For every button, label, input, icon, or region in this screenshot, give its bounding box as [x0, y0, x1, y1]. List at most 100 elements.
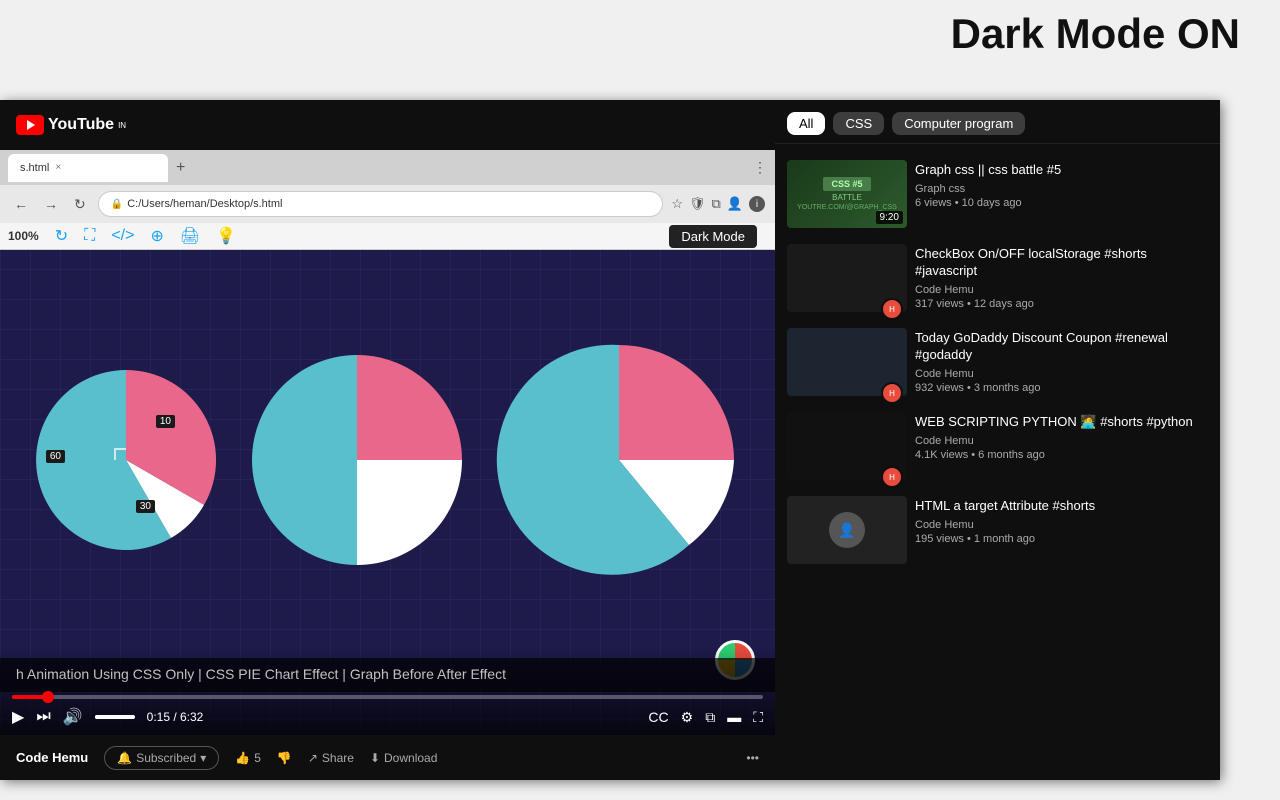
volume-button[interactable]: 🔊 [63, 707, 83, 727]
sidebar-list: CSS #5 BATTLE YOUTRE.COM/@GRAPH_CSS 9:20… [775, 144, 1220, 780]
extensions-icon[interactable]: ⧉ [712, 196, 721, 212]
video-item[interactable]: H Today GoDaddy Discount Coupon #renewal… [775, 320, 1220, 404]
progress-dot [42, 691, 54, 703]
browser-toolbar: 100% ↻ ⛶ </> ⊕ 🖨 💡 Dark Mode [0, 223, 775, 250]
video-item[interactable]: H WEB SCRIPTING PYTHON 🧑‍💻 #shorts #pyth… [775, 404, 1220, 488]
pie-chart-1: 60 10 30 [26, 360, 226, 560]
thumbnail-container-4: H [787, 412, 907, 480]
like-icon: 👍 [235, 751, 250, 765]
tab-title: s.html [20, 162, 49, 174]
channel-name: Code Hemu [16, 750, 88, 765]
volume-slider[interactable] [95, 715, 135, 719]
tab-close-button[interactable]: × [55, 162, 61, 173]
more-icon: ••• [746, 751, 759, 765]
video-item[interactable]: CSS #5 BATTLE YOUTRE.COM/@GRAPH_CSS 9:20… [775, 152, 1220, 236]
next-button[interactable]: ⏭ [36, 708, 50, 726]
share-button[interactable]: ↗ Share [308, 751, 354, 765]
video-channel-5: Code Hemu [915, 519, 1208, 531]
progress-bar[interactable] [12, 695, 763, 699]
lightbulb-icon[interactable]: 💡 [216, 226, 236, 246]
bell-icon: 🔔 [117, 751, 132, 765]
controls-row: ▶ ⏭ 🔊 0:15 / 6:32 CC ⚙ ⧉ ▬ ⛶ [12, 707, 763, 727]
time-display: 0:15 / 6:32 [147, 710, 204, 724]
subscribe-button[interactable]: 🔔 Subscribed ▾ [104, 746, 219, 770]
browser-menu-button[interactable]: ⋮ [753, 159, 767, 176]
video-area: YouTube IN s.html × + ⋮ ← → ↻ 🔒 [0, 100, 775, 780]
cursor [114, 448, 126, 460]
video-item[interactable]: H CheckBox On/OFF localStorage #shorts #… [775, 236, 1220, 320]
new-tab-button[interactable]: + [176, 159, 185, 177]
refresh-toolbar-icon[interactable]: ↻ [55, 226, 68, 246]
bookmark-icon[interactable]: ☆ [671, 196, 683, 212]
thumbnail-container-5: 👤 [787, 496, 907, 564]
youtube-icon [16, 115, 44, 135]
pie-label-60: 60 [46, 450, 65, 463]
thumbnail-container-3: H [787, 328, 907, 396]
dark-mode-status: Dark Mode ON [951, 10, 1240, 58]
address-text: C:/Users/heman/Desktop/s.html [127, 198, 282, 210]
pie-chart-2 [237, 340, 477, 580]
video-stats-4: 4.1K views • 6 months ago [915, 449, 1208, 461]
filter-css[interactable]: CSS [833, 112, 884, 135]
dislike-button[interactable]: 👎 [277, 751, 292, 765]
more-button[interactable]: ••• [746, 751, 759, 765]
download-button[interactable]: ⬇ Download [370, 751, 437, 765]
video-channel-3: Code Hemu [915, 368, 1208, 380]
channel-avatar-3: H [881, 382, 903, 404]
youtube-text: YouTube [48, 116, 114, 134]
video-stats-5: 195 views • 1 month ago [915, 533, 1208, 545]
address-input[interactable]: 🔒 C:/Users/heman/Desktop/s.html [98, 191, 664, 217]
filter-computer-program[interactable]: Computer program [892, 112, 1025, 135]
add-icon[interactable]: ⊕ [150, 226, 163, 246]
address-icons: ☆ 🛡 ⧉ 👤 i [671, 196, 765, 212]
sidebar: All CSS Computer program CSS #5 BATTLE Y… [775, 100, 1220, 780]
dark-mode-button[interactable]: Dark Mode [669, 225, 757, 248]
video-channel-2: Code Hemu [915, 284, 1208, 296]
pie-chart-container: 60 10 30 [0, 260, 775, 660]
shield-icon: 🛡 [689, 196, 706, 212]
browser-chrome: s.html × + ⋮ ← → ↻ 🔒 C:/Users/heman/Desk… [0, 150, 775, 250]
video-title-4: WEB SCRIPTING PYTHON 🧑‍💻 #shorts #python [915, 414, 1208, 431]
video-title-5: HTML a target Attribute #shorts [915, 498, 1208, 515]
dislike-icon: 👎 [277, 751, 292, 765]
back-button[interactable]: ← [10, 194, 32, 214]
miniplayer-button[interactable]: ⧉ [705, 709, 715, 726]
sidebar-filters: All CSS Computer program [775, 100, 1220, 144]
fullscreen-icon[interactable]: ⛶ [84, 227, 95, 245]
thumbnail-5: 👤 [787, 496, 907, 564]
like-button[interactable]: 👍 5 [235, 751, 261, 765]
code-icon[interactable]: </> [111, 227, 134, 245]
video-duration-1: 9:20 [876, 211, 903, 224]
youtube-logo-bar: YouTube IN [0, 100, 775, 150]
refresh-button[interactable]: ↻ [70, 194, 90, 215]
thumbnail-container-1: CSS #5 BATTLE YOUTRE.COM/@GRAPH_CSS 9:20 [787, 160, 907, 228]
profile-icon[interactable]: 👤 [727, 196, 743, 212]
video-stats-1: 6 views • 10 days ago [915, 197, 1208, 209]
video-title-3: Today GoDaddy Discount Coupon #renewal #… [915, 330, 1208, 364]
youtube-region: IN [118, 121, 126, 130]
info-icon: i [749, 196, 765, 212]
print-icon[interactable]: 🖨 [180, 226, 200, 246]
pie-label-10: 10 [156, 415, 175, 428]
share-icon: ↗ [308, 751, 318, 765]
fullscreen-button[interactable]: ⛶ [753, 709, 763, 726]
filter-all[interactable]: All [787, 112, 825, 135]
play-button[interactable]: ▶ [12, 707, 24, 727]
progress-bar-fill [12, 695, 42, 699]
youtube-play-icon [27, 120, 35, 130]
cc-button[interactable]: CC [648, 709, 668, 725]
pie-chart-3-svg [489, 330, 749, 590]
video-channel-1: Graph css [915, 183, 1208, 195]
browser-tab-bar: s.html × + ⋮ [0, 150, 775, 185]
volume-fill [95, 715, 119, 719]
video-item[interactable]: 👤 HTML a target Attribute #shorts Code H… [775, 488, 1220, 572]
video-controls: ▶ ⏭ 🔊 0:15 / 6:32 CC ⚙ ⧉ ▬ ⛶ [0, 647, 775, 735]
pie-label-30: 30 [136, 500, 155, 513]
browser-tab[interactable]: s.html × [8, 154, 168, 182]
video-stats-3: 932 views • 3 months ago [915, 382, 1208, 394]
theater-button[interactable]: ▬ [727, 709, 741, 725]
settings-button[interactable]: ⚙ [681, 709, 694, 726]
chevron-down-icon: ▾ [200, 751, 206, 765]
forward-button[interactable]: → [40, 194, 62, 214]
share-label: Share [322, 751, 354, 765]
